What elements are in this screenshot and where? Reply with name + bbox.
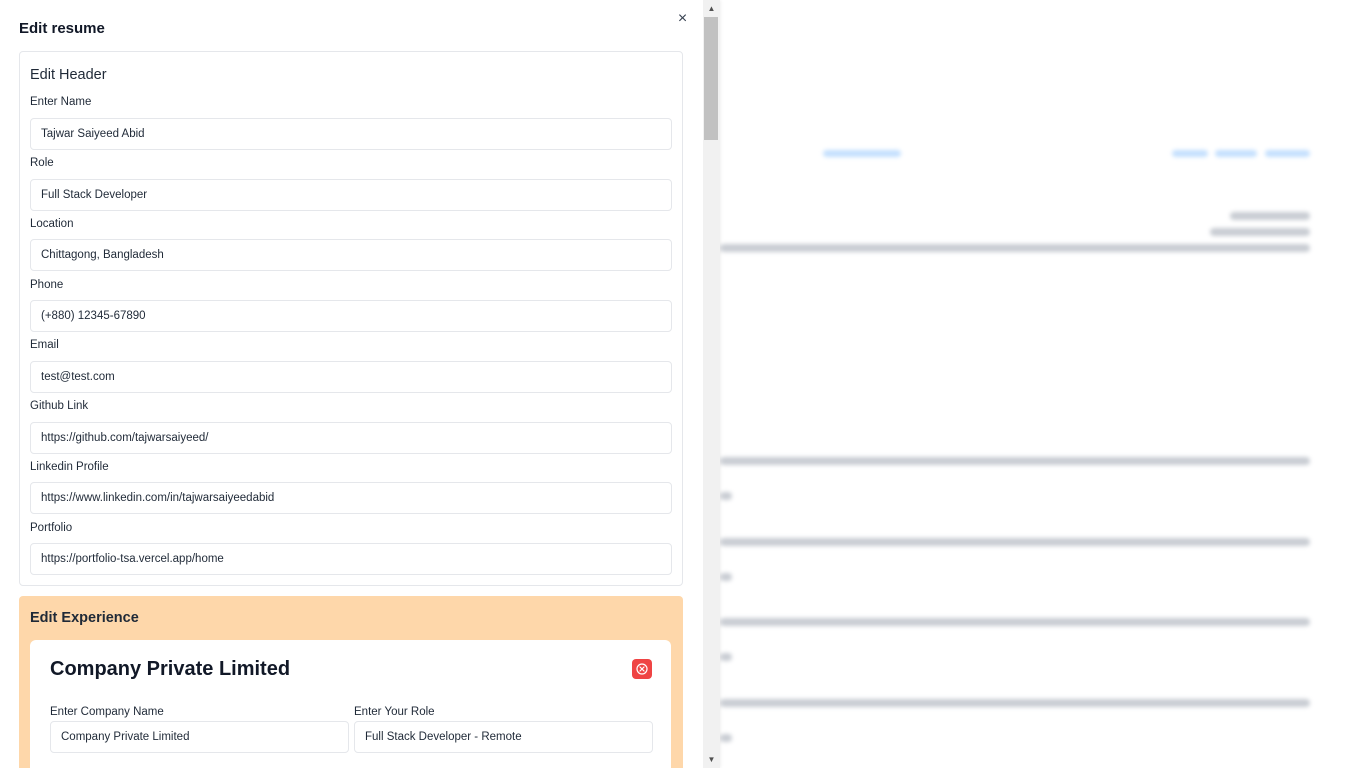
email-input[interactable] bbox=[30, 361, 672, 393]
scrollbar-thumb[interactable] bbox=[704, 17, 718, 140]
close-icon[interactable]: × bbox=[675, 11, 690, 27]
company-name-input[interactable] bbox=[50, 721, 349, 753]
edit-resume-drawer: Edit resume × Edit Header Enter Name Rol… bbox=[0, 0, 720, 768]
location-input[interactable] bbox=[30, 239, 672, 271]
edit-header-card: Edit Header Enter Name Role Location Pho… bbox=[19, 51, 683, 586]
role-label: Role bbox=[30, 157, 54, 169]
scroll-down-icon[interactable]: ▼ bbox=[703, 751, 720, 768]
linkedin-input[interactable] bbox=[30, 482, 672, 514]
portfolio-label: Portfolio bbox=[30, 522, 73, 534]
portfolio-input[interactable] bbox=[30, 543, 672, 575]
experience-entry-heading: Company Private Limited bbox=[50, 658, 291, 680]
your-role-label: Enter Your Role bbox=[354, 706, 435, 718]
drawer-scrollbar[interactable]: ▲ ▼ bbox=[703, 0, 720, 768]
github-input[interactable] bbox=[30, 422, 672, 454]
email-label: Email bbox=[30, 339, 59, 351]
edit-experience-title: Edit Experience bbox=[30, 610, 139, 626]
circle-x-icon bbox=[636, 663, 648, 675]
github-label: Github Link bbox=[30, 400, 89, 412]
scroll-up-icon[interactable]: ▲ bbox=[703, 0, 720, 17]
your-role-input[interactable] bbox=[354, 721, 653, 753]
phone-input[interactable] bbox=[30, 300, 672, 332]
linkedin-label: Linkedin Profile bbox=[30, 461, 109, 473]
edit-experience-section: Edit Experience Company Private Limited … bbox=[19, 596, 683, 768]
remove-experience-button[interactable] bbox=[632, 659, 652, 679]
name-label: Enter Name bbox=[30, 96, 92, 108]
role-input[interactable] bbox=[30, 179, 672, 211]
drawer-title: Edit resume bbox=[19, 20, 105, 37]
name-input[interactable] bbox=[30, 118, 672, 150]
phone-label: Phone bbox=[30, 279, 64, 291]
experience-entry-card: Company Private Limited Enter Company Na… bbox=[30, 640, 671, 768]
company-name-label: Enter Company Name bbox=[50, 706, 164, 718]
edit-header-title: Edit Header bbox=[30, 67, 107, 83]
location-label: Location bbox=[30, 218, 74, 230]
